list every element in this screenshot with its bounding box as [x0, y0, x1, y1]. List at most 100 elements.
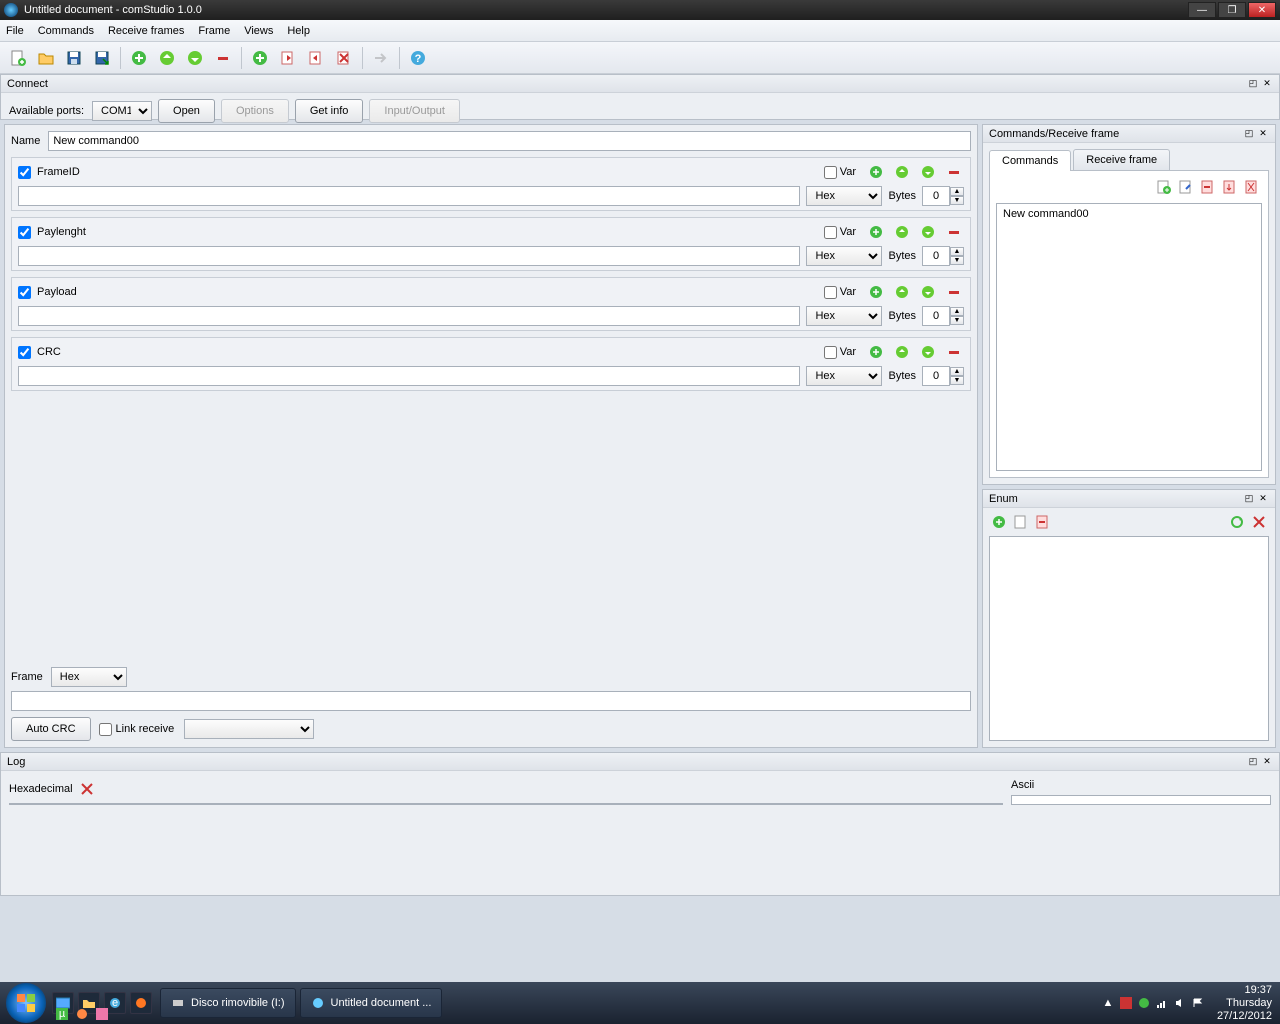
field-up-icon[interactable]	[892, 222, 912, 242]
save-icon[interactable]	[62, 46, 86, 70]
field-value-input[interactable]	[18, 366, 800, 386]
enum-delete-icon[interactable]	[1249, 512, 1269, 532]
tray-icon[interactable]: ▲	[1101, 996, 1115, 1010]
bytes-spinner[interactable]: ▲▼	[922, 306, 964, 326]
enum-refresh-icon[interactable]	[1227, 512, 1247, 532]
taskbar-firefox-icon[interactable]	[130, 992, 152, 1014]
list-item[interactable]: New command00	[999, 206, 1259, 222]
menu-receive-frames[interactable]: Receive frames	[108, 25, 184, 37]
import-icon[interactable]	[276, 46, 300, 70]
bytes-spinner[interactable]: ▲▼	[922, 366, 964, 386]
field-format-select[interactable]: Hex	[806, 306, 882, 326]
panel-float-icon[interactable]: ◰	[1247, 756, 1259, 768]
tray-flag-icon[interactable]	[1191, 996, 1205, 1010]
help-icon[interactable]: ?	[406, 46, 430, 70]
panel-close-icon[interactable]: ✕	[1261, 756, 1273, 768]
field-remove-icon[interactable]	[944, 222, 964, 242]
panel-close-icon[interactable]: ✕	[1257, 493, 1269, 505]
menu-commands[interactable]: Commands	[38, 25, 94, 37]
var-check[interactable]: Var	[824, 346, 856, 359]
field-format-select[interactable]: Hex	[806, 366, 882, 386]
open-doc-icon[interactable]	[34, 46, 58, 70]
input-output-button[interactable]: Input/Output	[369, 99, 460, 123]
menu-file[interactable]: File	[6, 25, 24, 37]
field-value-input[interactable]	[18, 306, 800, 326]
var-check[interactable]: Var	[824, 286, 856, 299]
field-up-icon[interactable]	[892, 162, 912, 182]
open-button[interactable]: Open	[158, 99, 215, 123]
close-button[interactable]: ✕	[1248, 2, 1276, 18]
new-doc-icon[interactable]	[6, 46, 30, 70]
field-down-icon[interactable]	[918, 222, 938, 242]
tab-receive-frame[interactable]: Receive frame	[1073, 149, 1170, 170]
tray-small-icon[interactable]	[74, 1006, 90, 1022]
options-button[interactable]: Options	[221, 99, 289, 123]
var-check[interactable]: Var	[824, 166, 856, 179]
field-format-select[interactable]: Hex	[806, 246, 882, 266]
save-as-icon[interactable]	[90, 46, 114, 70]
var-check[interactable]: Var	[824, 226, 856, 239]
tab-commands[interactable]: Commands	[989, 150, 1071, 171]
send-icon[interactable]	[369, 46, 393, 70]
field-add-icon[interactable]	[866, 162, 886, 182]
tray-volume-icon[interactable]	[1173, 996, 1187, 1010]
panel-float-icon[interactable]: ◰	[1243, 128, 1255, 140]
minimize-button[interactable]: —	[1188, 2, 1216, 18]
field-remove-icon[interactable]	[944, 342, 964, 362]
link-receive-select[interactable]	[184, 719, 314, 739]
field-enable-check[interactable]	[18, 166, 31, 179]
ascii-log-box[interactable]	[1011, 795, 1271, 805]
field-remove-icon[interactable]	[944, 162, 964, 182]
clear-hex-icon[interactable]	[77, 779, 97, 799]
cmd-delete-icon[interactable]	[1242, 177, 1262, 197]
delete-frame-icon[interactable]	[332, 46, 356, 70]
link-receive-check[interactable]: Link receive	[99, 723, 175, 736]
enum-edit-icon[interactable]	[1011, 512, 1031, 532]
remove-icon[interactable]	[211, 46, 235, 70]
auto-crc-button[interactable]: Auto CRC	[11, 717, 91, 741]
move-up-icon[interactable]	[155, 46, 179, 70]
start-button[interactable]	[6, 983, 46, 1023]
field-enable-check[interactable]	[18, 286, 31, 299]
menu-frame[interactable]: Frame	[198, 25, 230, 37]
tray-small-icon[interactable]	[94, 1006, 110, 1022]
field-format-select[interactable]: Hex	[806, 186, 882, 206]
tray-network-icon[interactable]	[1155, 996, 1169, 1010]
field-remove-icon[interactable]	[944, 282, 964, 302]
tray-small-icon[interactable]: µ	[54, 1006, 70, 1022]
taskbar-clock[interactable]: 19:37 Thursday 27/12/2012	[1217, 984, 1272, 1023]
field-value-input[interactable]	[18, 246, 800, 266]
hex-log-box[interactable]	[9, 803, 1003, 805]
add-icon[interactable]	[127, 46, 151, 70]
tray-icon[interactable]	[1137, 996, 1151, 1010]
commands-listbox[interactable]: New command00	[996, 203, 1262, 471]
cmd-copy-icon[interactable]	[1176, 177, 1196, 197]
menu-help[interactable]: Help	[287, 25, 310, 37]
taskbar-app-disco[interactable]: Disco rimovibile (I:)	[160, 988, 296, 1018]
field-down-icon[interactable]	[918, 282, 938, 302]
add-frame-icon[interactable]	[248, 46, 272, 70]
tray-icon[interactable]	[1119, 996, 1133, 1010]
field-up-icon[interactable]	[892, 342, 912, 362]
field-add-icon[interactable]	[866, 342, 886, 362]
frame-value-input[interactable]	[11, 691, 971, 711]
get-info-button[interactable]: Get info	[295, 99, 364, 123]
field-down-icon[interactable]	[918, 162, 938, 182]
enum-listbox[interactable]	[989, 536, 1269, 741]
panel-float-icon[interactable]: ◰	[1247, 78, 1259, 90]
field-value-input[interactable]	[18, 186, 800, 206]
field-enable-check[interactable]	[18, 346, 31, 359]
bytes-spinner[interactable]: ▲▼	[922, 246, 964, 266]
panel-close-icon[interactable]: ✕	[1261, 78, 1273, 90]
port-select[interactable]: COM1	[92, 101, 152, 121]
menu-views[interactable]: Views	[244, 25, 273, 37]
field-down-icon[interactable]	[918, 342, 938, 362]
enum-remove-icon[interactable]	[1033, 512, 1053, 532]
name-input[interactable]	[48, 131, 971, 151]
bytes-spinner[interactable]: ▲▼	[922, 186, 964, 206]
field-add-icon[interactable]	[866, 282, 886, 302]
taskbar-app-comstudio[interactable]: Untitled document ...	[300, 988, 443, 1018]
cmd-remove-icon[interactable]	[1198, 177, 1218, 197]
cmd-export-icon[interactable]	[1220, 177, 1240, 197]
field-enable-check[interactable]	[18, 226, 31, 239]
